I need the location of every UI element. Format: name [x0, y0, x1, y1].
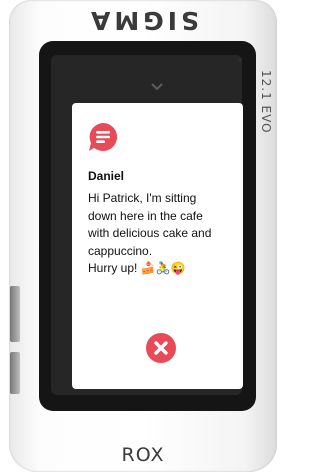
chevron-down-icon[interactable]	[149, 80, 165, 94]
dismiss-button[interactable]	[146, 333, 176, 363]
message-sender: Daniel	[88, 169, 125, 183]
brand-logo-top: SIGMA	[86, 6, 200, 35]
side-button-upper[interactable]	[10, 286, 20, 342]
brand-model-side: 12.1 EVO	[259, 70, 273, 134]
chat-bubble-icon	[87, 121, 119, 153]
close-icon	[154, 341, 168, 355]
model-label: ROX	[121, 444, 165, 466]
ambient-sensor	[238, 58, 242, 62]
message-body: Hi Patrick, I'm sitting down here in the…	[88, 191, 212, 275]
message-notification-card: Daniel Hi Patrick, I'm sitting down here…	[72, 103, 243, 389]
side-button-lower[interactable]	[10, 352, 20, 394]
